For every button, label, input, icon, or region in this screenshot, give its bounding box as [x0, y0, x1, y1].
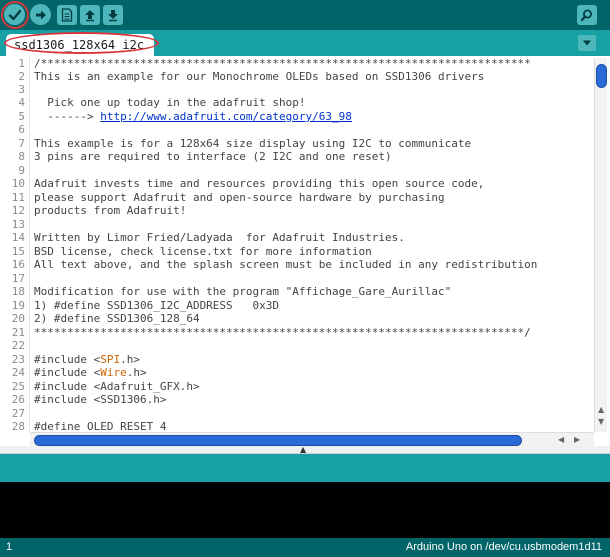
- line-number: 12: [11, 204, 25, 217]
- vertical-scroll-thumb[interactable]: [596, 64, 607, 88]
- scroll-up-arrow-icon[interactable]: ▲: [598, 405, 604, 414]
- toolbar: [0, 0, 610, 30]
- code-line: Adafruit invests time and resources prov…: [34, 177, 485, 190]
- code-text: .h>: [126, 366, 147, 379]
- current-line-number: 1: [6, 541, 13, 553]
- line-number: 23: [11, 353, 25, 366]
- code-line: 2) #define SSD1306_128_64: [34, 312, 200, 325]
- message-area: [0, 454, 610, 482]
- code-line: ------> http://www.adafruit.com/category…: [34, 110, 352, 123]
- console-output: [0, 482, 610, 538]
- line-number: 26: [11, 393, 25, 406]
- line-number: 22: [11, 339, 25, 352]
- arrow-down-icon: [108, 10, 118, 22]
- line-number: 11: [11, 191, 25, 204]
- library-name: SPI: [100, 353, 121, 366]
- library-name: Wire: [100, 366, 127, 379]
- magnifier-icon: [580, 9, 592, 22]
- code-line: All text above, and the splash screen mu…: [34, 258, 538, 271]
- line-number: 20: [11, 312, 25, 325]
- save-button[interactable]: [103, 5, 123, 25]
- code-line: BSD license, check license.txt for more …: [34, 245, 372, 258]
- code-line: /***************************************…: [34, 57, 531, 70]
- scroll-left-arrow-icon[interactable]: ◀: [558, 435, 564, 444]
- verify-highlight-circle: [1, 1, 29, 29]
- code-line: This is an example for our Monochrome OL…: [34, 70, 485, 83]
- code-line: Written by Limor Fried/Ladyada for Adafr…: [34, 231, 405, 244]
- line-number: 10: [11, 177, 25, 190]
- code-line: #include <Wire.h>: [34, 366, 147, 379]
- chevron-up-icon[interactable]: ▲: [300, 445, 306, 454]
- line-number: 14: [11, 231, 25, 244]
- tab-highlight-ellipse: [4, 32, 159, 54]
- code-text: <Adafruit_GFX.h>: [86, 380, 200, 393]
- line-number: 19: [11, 299, 25, 312]
- vertical-scrollbar[interactable]: ▲ ▼: [594, 58, 607, 432]
- code-line: products from Adafruit!: [34, 204, 187, 217]
- include-keyword: #include: [34, 393, 87, 406]
- line-number: 16: [11, 258, 25, 271]
- scroll-down-arrow-icon[interactable]: ▼: [598, 417, 604, 426]
- line-number: 8: [18, 150, 25, 163]
- code-text: <: [86, 353, 101, 366]
- code-line: This example is for a 128x64 size displa…: [34, 137, 472, 150]
- line-number: 6: [18, 123, 25, 136]
- panel-splitter[interactable]: ▲: [0, 445, 610, 454]
- include-keyword: #include: [34, 366, 87, 379]
- line-number: 1: [18, 57, 25, 70]
- arrow-right-icon: [35, 10, 46, 19]
- line-number: 25: [11, 380, 25, 393]
- code-text: .h>: [120, 353, 140, 366]
- status-bar: 1 Arduino Uno on /dev/cu.usbmodem1d11: [0, 538, 610, 557]
- code-line: #include <SPI.h>: [34, 353, 140, 366]
- line-number: 17: [11, 272, 25, 285]
- upload-button[interactable]: [30, 4, 51, 25]
- line-number: 15: [11, 245, 25, 258]
- code-line: please support Adafruit and open-source …: [34, 191, 445, 204]
- code-text: <SSD1306.h>: [86, 393, 167, 406]
- open-button[interactable]: [80, 5, 100, 25]
- line-number: 18: [11, 285, 25, 298]
- new-file-icon: [61, 8, 73, 22]
- line-number: 9: [18, 164, 25, 177]
- arrow-up-icon: [85, 10, 95, 22]
- code-line: Modification for use with the program "A…: [34, 285, 452, 298]
- line-number: 5: [18, 110, 25, 123]
- line-number: 7: [18, 137, 25, 150]
- line-number: 4: [18, 96, 25, 109]
- include-keyword: #include: [34, 353, 87, 366]
- line-number: 27: [11, 407, 25, 420]
- tab-menu-button[interactable]: [578, 35, 596, 51]
- code-line: ****************************************…: [34, 326, 531, 339]
- horizontal-scroll-thumb[interactable]: [34, 435, 522, 446]
- board-port-info: Arduino Uno on /dev/cu.usbmodem1d11: [405, 541, 602, 553]
- line-number: 21: [11, 326, 25, 339]
- line-number: 28: [11, 420, 25, 433]
- code-text: <: [86, 366, 101, 379]
- line-number: 2: [18, 70, 25, 83]
- serial-monitor-button[interactable]: [577, 5, 597, 25]
- include-keyword: #include: [34, 380, 87, 393]
- code-line: #include <Adafruit_GFX.h>: [34, 380, 200, 393]
- triangle-down-icon: [583, 40, 591, 46]
- new-button[interactable]: [57, 5, 77, 25]
- code-text: ------>: [34, 110, 101, 123]
- line-number: 24: [11, 366, 25, 379]
- adafruit-link[interactable]: http://www.adafruit.com/category/63_98: [100, 110, 352, 123]
- code-editor[interactable]: 1 2 3 4 5 6 7 8 9 10 11 12 13 14 15 16 1…: [0, 56, 610, 454]
- scroll-right-arrow-icon[interactable]: ▶: [574, 435, 580, 444]
- line-number: 3: [18, 83, 25, 96]
- horizontal-scrollbar[interactable]: ◀ ▶: [30, 432, 594, 446]
- line-number-gutter: 1 2 3 4 5 6 7 8 9 10 11 12 13 14 15 16 1…: [0, 56, 30, 433]
- code-line: 3 pins are required to interface (2 I2C …: [34, 150, 392, 163]
- code-line: 1) #define SSD1306_I2C_ADDRESS 0x3D: [34, 299, 280, 312]
- code-line: #include <SSD1306.h>: [34, 393, 166, 406]
- line-number: 13: [11, 218, 25, 231]
- code-line: Pick one up today in the adafruit shop!: [34, 96, 306, 109]
